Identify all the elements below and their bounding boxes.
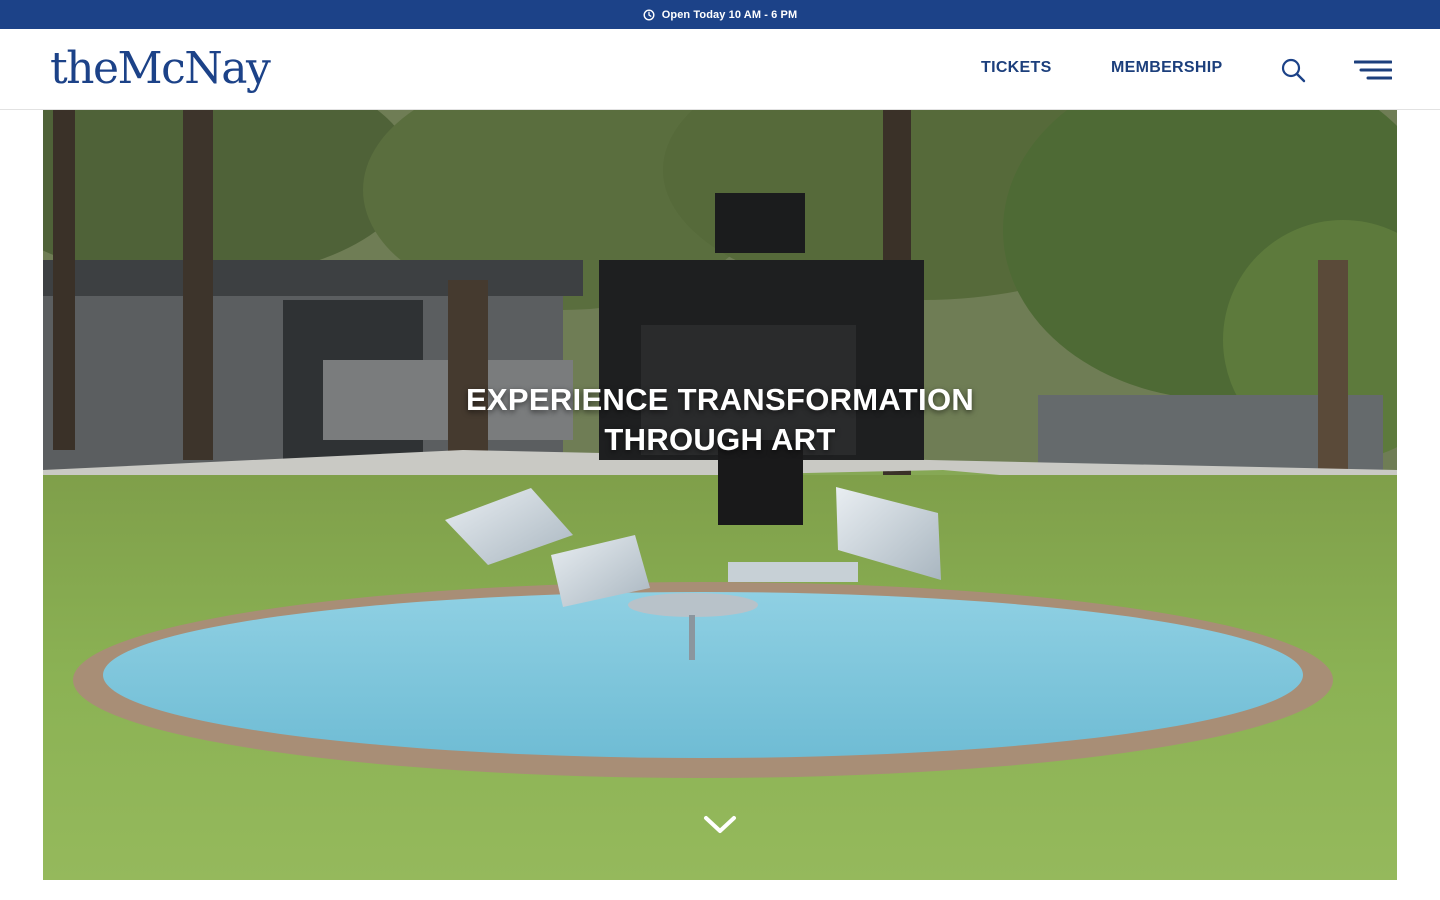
- hero-photo: [43, 110, 1397, 880]
- hero-heading-line1: EXPERIENCE TRANSFORMATION: [465, 382, 975, 417]
- chevron-down-icon[interactable]: [702, 812, 738, 836]
- site-logo[interactable]: theMcNay: [50, 39, 271, 99]
- search-icon[interactable]: [1280, 57, 1306, 83]
- hero-section: EXPERIENCE TRANSFORMATION THROUGH ART: [43, 110, 1397, 880]
- nav-membership-link[interactable]: MEMBERSHIP: [1111, 59, 1222, 77]
- hamburger-menu-icon[interactable]: [1354, 59, 1392, 81]
- site-header: theMcNay TICKETS MEMBERSHIP: [0, 29, 1440, 110]
- hours-text: Open Today 10 AM - 6 PM: [661, 8, 798, 21]
- hero-heading-line2: THROUGH ART: [604, 422, 836, 457]
- hours-banner: Open Today 10 AM - 6 PM: [0, 0, 1440, 29]
- nav-tickets-link[interactable]: TICKETS: [981, 59, 1052, 77]
- hero-heading: EXPERIENCE TRANSFORMATION THROUGH ART: [43, 380, 1397, 460]
- clock-icon: [643, 8, 655, 21]
